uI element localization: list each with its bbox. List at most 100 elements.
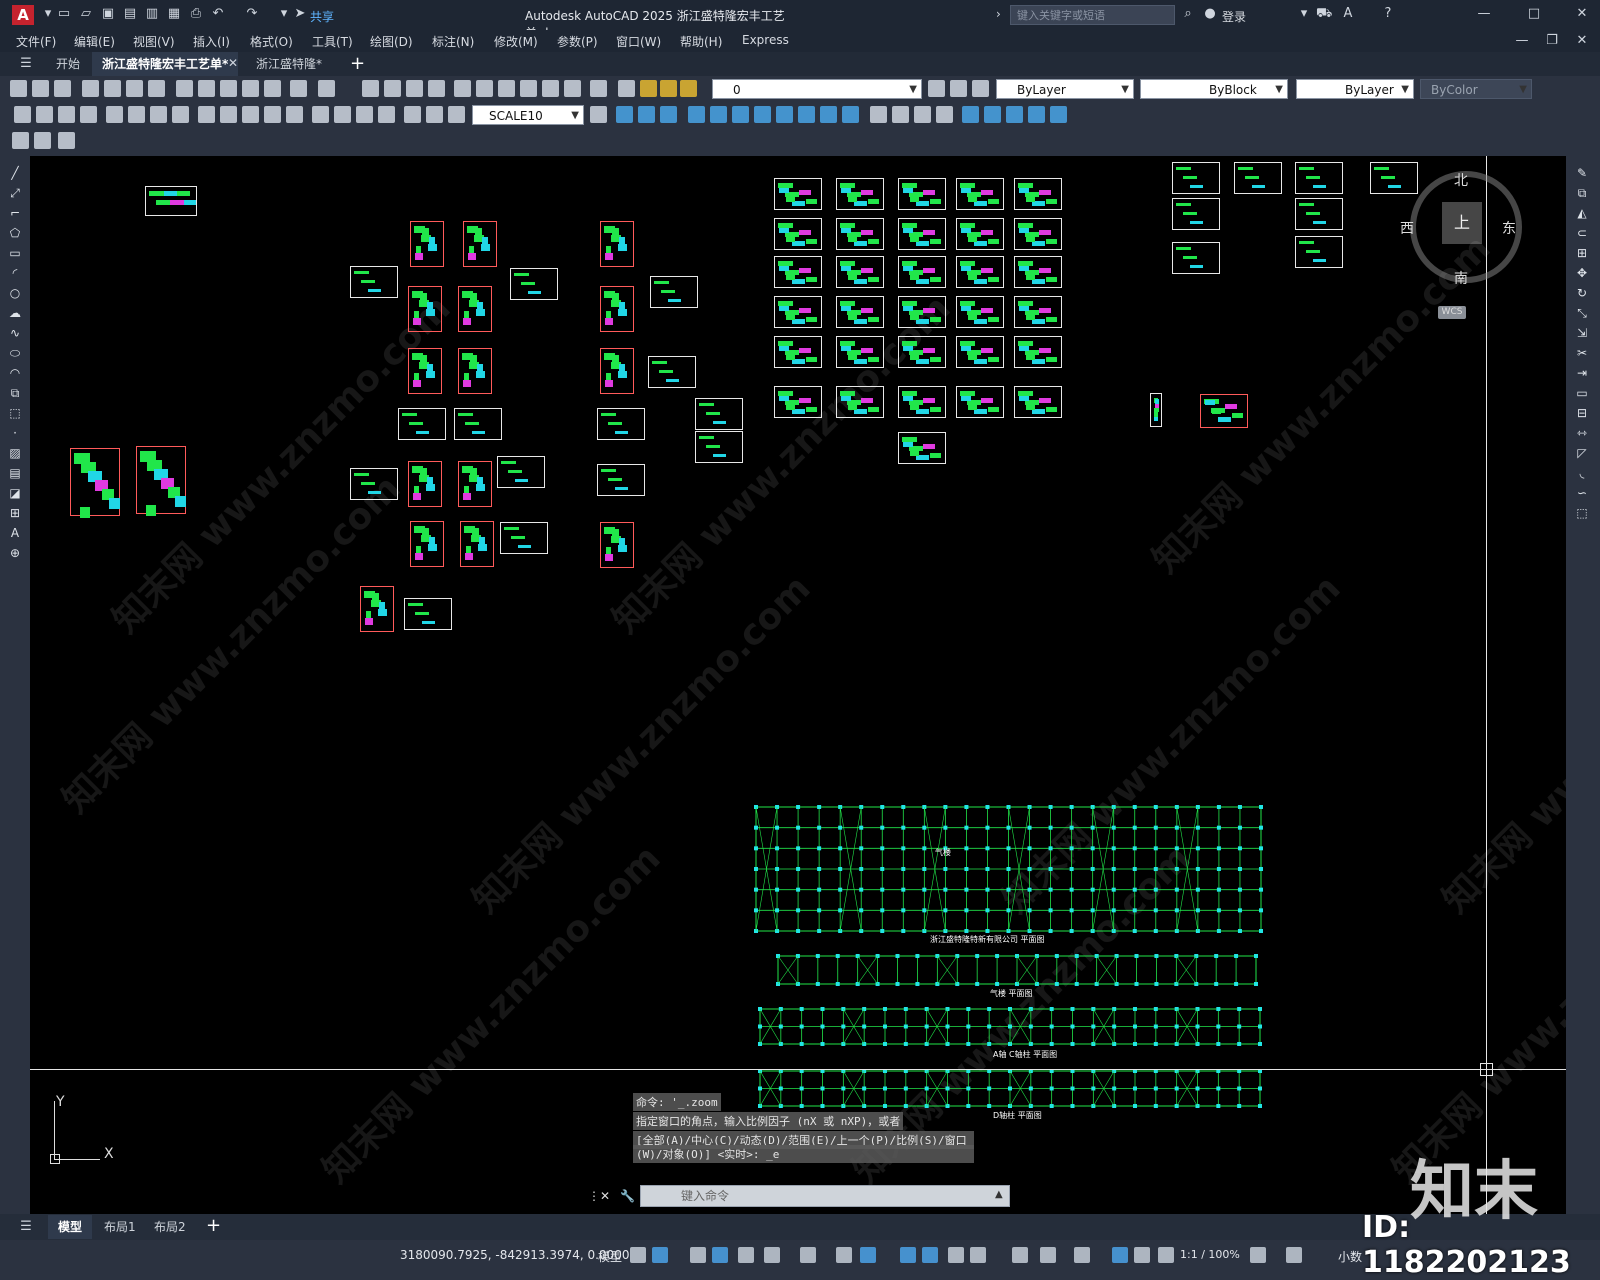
match-properties-icon[interactable] <box>242 80 259 97</box>
dim-update-icon[interactable] <box>448 106 465 123</box>
zoom-window-icon[interactable] <box>406 80 423 97</box>
open-icon[interactable] <box>32 80 49 97</box>
command-input[interactable]: 键入命令 <box>640 1185 1010 1207</box>
line-icon[interactable]: ╱ <box>7 166 23 180</box>
layer-on-icon[interactable] <box>640 80 657 97</box>
ucs-object-icon[interactable] <box>1050 106 1067 123</box>
layout-icon[interactable] <box>12 132 29 149</box>
lineweight-dropdown[interactable]: ByLayer ▼ <box>1296 79 1414 99</box>
autocad-logo[interactable]: A <box>12 5 34 25</box>
center-mark-icon[interactable] <box>334 106 351 123</box>
pdf-icon[interactable] <box>148 80 165 97</box>
publish-icon[interactable] <box>126 80 143 97</box>
open-web-icon[interactable]: ▥ <box>144 6 160 22</box>
jogged-linear-icon[interactable] <box>378 106 395 123</box>
revcloud-icon[interactable]: ☁ <box>7 306 23 320</box>
annotation-scale-value[interactable]: 1:1 / 100% <box>1180 1248 1240 1261</box>
array-icon[interactable]: ⊞ <box>1574 246 1590 260</box>
shade-conceptual-icon[interactable] <box>936 106 953 123</box>
autodesk-a360-icon[interactable]: A <box>1340 6 1356 22</box>
spline-icon[interactable]: ∿ <box>7 326 23 340</box>
new-file-icon[interactable]: ▭ <box>56 6 72 22</box>
menu-edit[interactable]: 编辑(E) <box>74 33 115 50</box>
view-front-icon[interactable] <box>616 106 633 123</box>
preview-icon[interactable] <box>104 80 121 97</box>
3d-osnap-icon[interactable] <box>948 1247 964 1263</box>
erase-icon[interactable]: ✎ <box>1574 166 1590 180</box>
snap-icon[interactable] <box>652 1247 668 1263</box>
save-icon[interactable]: ▣ <box>100 6 116 22</box>
tab-close-icon[interactable]: ✕ <box>228 56 238 70</box>
ortho-icon[interactable] <box>690 1247 706 1263</box>
menu-modify[interactable]: 修改(M) <box>494 33 538 50</box>
plot-icon[interactable]: ⎙ <box>188 6 204 22</box>
view-nw-icon[interactable] <box>820 106 837 123</box>
ucs-icon[interactable] <box>962 106 979 123</box>
save-toolbar-icon[interactable] <box>54 80 71 97</box>
tab-document-2[interactable]: 浙江盛特隆* <box>246 52 332 76</box>
polyline-icon[interactable]: ⌐ <box>7 206 23 220</box>
arc-icon[interactable]: ◜ <box>7 266 23 280</box>
wcs-menu-button[interactable]: WCS <box>1438 306 1466 319</box>
paste-icon[interactable] <box>220 80 237 97</box>
shade-realistic-icon[interactable] <box>914 106 931 123</box>
table-icon[interactable]: ⊞ <box>7 506 23 520</box>
layer-previous-icon[interactable] <box>950 80 967 97</box>
layer-dropdown[interactable]: 0 ▼ <box>712 79 922 99</box>
open-file-icon[interactable]: ▱ <box>78 6 94 22</box>
menu-draw[interactable]: 绘图(D) <box>370 33 413 50</box>
break-icon[interactable]: ⊟ <box>1574 406 1590 420</box>
chamfer-icon[interactable]: ◸ <box>1574 446 1590 460</box>
view-left-icon[interactable] <box>688 106 705 123</box>
tab-document-1[interactable]: 浙江盛特隆宏丰工艺单* <box>92 52 239 76</box>
undo-icon[interactable]: ↶ <box>210 6 226 22</box>
save-web-icon[interactable]: ▦ <box>166 6 182 22</box>
user-icon[interactable]: ● <box>1202 6 1218 22</box>
polygon-icon[interactable]: ⬠ <box>7 226 23 240</box>
layer-freeze-icon[interactable] <box>660 80 677 97</box>
doc-close-icon[interactable]: ✕ <box>1574 33 1590 49</box>
search-icon[interactable]: ⌕ <box>1180 6 1196 22</box>
layout-menu-icon[interactable]: ☰ <box>18 1219 34 1235</box>
shade-hidden-icon[interactable] <box>892 106 909 123</box>
viewcube-south[interactable]: 南 <box>1454 268 1468 288</box>
cart-icon[interactable]: ⛟ <box>1316 6 1332 22</box>
workspace-gear-icon[interactable] <box>1250 1247 1266 1263</box>
mtext-icon[interactable]: A <box>7 526 23 540</box>
tolerance-icon[interactable] <box>312 106 329 123</box>
trim-icon[interactable]: ✂ <box>1574 346 1590 360</box>
color-dropdown[interactable]: ByLayer ▼ <box>996 79 1134 99</box>
markup-icon[interactable] <box>542 80 559 97</box>
dim-angular-icon[interactable] <box>172 106 189 123</box>
drawing-canvas[interactable]: 知末网 www.znzmo.com 知末网 www.znzmo.com 知末网 … <box>30 156 1566 1214</box>
dim-linear-icon[interactable] <box>14 106 31 123</box>
tab-layout1[interactable]: 布局1 <box>94 1215 146 1239</box>
command-history-arrow-icon[interactable]: ▲ <box>995 1189 1003 1200</box>
sheet-set-icon[interactable] <box>520 80 537 97</box>
annotation-icon[interactable] <box>1158 1247 1174 1263</box>
minimize-window-icon[interactable]: — <box>1476 6 1492 22</box>
login-link[interactable]: 登录 <box>1222 8 1246 25</box>
fillet-icon[interactable]: ◟ <box>1574 466 1590 480</box>
share-button[interactable]: 共享 <box>310 8 334 25</box>
search-arrow-icon[interactable]: › <box>996 7 1001 21</box>
copy-object-icon[interactable]: ⧉ <box>1574 186 1590 200</box>
tab-start[interactable]: 开始 <box>46 52 90 76</box>
doc-restore-icon[interactable]: ❐ <box>1544 33 1560 49</box>
insert-block-icon[interactable]: ⧉ <box>7 386 23 400</box>
units-value[interactable]: 小数 <box>1338 1248 1362 1265</box>
viewcube-west[interactable]: 西 <box>1400 218 1414 238</box>
polar-tracking-icon[interactable] <box>738 1247 754 1263</box>
rectangle-icon[interactable]: ▭ <box>7 246 23 260</box>
command-grip-icon[interactable]: ⋮ <box>588 1189 600 1203</box>
help-icon[interactable]: ? <box>1380 6 1396 22</box>
selection-filter-icon[interactable] <box>1012 1247 1028 1263</box>
redo-toolbar-icon[interactable] <box>318 80 335 97</box>
dim-space-icon[interactable] <box>264 106 281 123</box>
menu-express[interactable]: Express <box>742 33 789 47</box>
annotation-scale-icon[interactable] <box>1134 1247 1150 1263</box>
blend-icon[interactable]: ∽ <box>1574 486 1590 500</box>
stretch-icon[interactable]: ⇲ <box>1574 326 1590 340</box>
add-selected-icon[interactable]: ⊕ <box>7 546 23 560</box>
selection-cycling-icon[interactable] <box>922 1247 938 1263</box>
